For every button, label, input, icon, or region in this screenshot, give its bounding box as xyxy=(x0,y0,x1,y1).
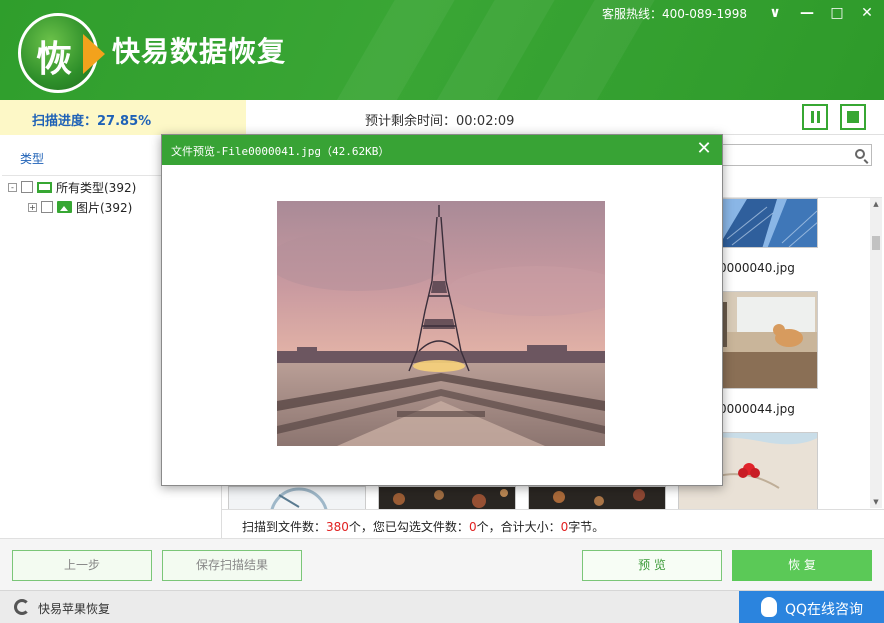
scroll-thumb[interactable] xyxy=(872,236,880,250)
computer-icon xyxy=(37,181,52,193)
grid-scrollbar[interactable]: ▲ ▼ xyxy=(870,198,882,508)
dialog-close-icon[interactable]: ✕ xyxy=(694,139,714,159)
close-button[interactable]: ✕ xyxy=(856,2,878,24)
eiffel-tower-image xyxy=(277,201,605,446)
skyscraper-image xyxy=(707,199,817,247)
file-preview-dialog: 文件预览-File0000041.jpg（42.62KB） ✕ xyxy=(161,134,723,486)
scanned-count: 380 xyxy=(326,520,349,534)
logo-arrow-icon xyxy=(83,34,105,74)
status-prefix: 扫描到文件数： xyxy=(242,520,327,534)
apple-recovery-icon[interactable] xyxy=(14,599,30,615)
footer-bar: 快易苹果恢复 QQ在线咨询 xyxy=(0,590,884,623)
app-logo: 恢 xyxy=(18,13,105,93)
app-title: 快易数据恢复 xyxy=(112,35,287,68)
header-decoration xyxy=(313,0,467,100)
minimize-button[interactable]: — xyxy=(796,2,818,24)
scroll-up-icon[interactable]: ▲ xyxy=(870,198,882,210)
type-header-label: 类型 xyxy=(20,152,45,166)
stop-button[interactable] xyxy=(840,104,866,130)
selected-count: 0 xyxy=(468,520,477,534)
expand-icon[interactable]: + xyxy=(28,202,37,212)
pause-button[interactable] xyxy=(802,104,828,130)
preview-button[interactable]: 预 览 xyxy=(582,550,722,581)
all-types-checkbox[interactable] xyxy=(21,181,33,193)
recover-button[interactable]: 恢 复 xyxy=(732,550,872,581)
menu-chevron-down-icon[interactable]: ∨ xyxy=(764,2,786,24)
file-name-label: 0000044.jpg xyxy=(719,402,795,416)
scroll-down-icon[interactable]: ▼ xyxy=(870,496,882,508)
pause-icon xyxy=(811,111,814,123)
hotline-text: 客服热线：400-089-1998 xyxy=(602,7,748,21)
logo-char: 恢 xyxy=(36,39,73,80)
preview-image xyxy=(277,201,605,446)
tree-item-label: 图片(392) xyxy=(76,200,133,215)
tree-item-all-types[interactable]: - 所有类型(392) xyxy=(8,178,136,196)
save-scan-results-button[interactable]: 保存扫描结果 xyxy=(162,550,302,581)
status-mid1: 个，您已勾选文件数： xyxy=(348,520,469,534)
clock-image xyxy=(229,487,365,509)
search-icon[interactable] xyxy=(855,149,865,159)
qq-consult-button[interactable]: QQ在线咨询 xyxy=(739,591,884,623)
file-name-label: 0000040.jpg xyxy=(719,261,795,275)
status-bar: 扫描到文件数：380个，您已勾选文件数：0个，合计大小：0字节。 xyxy=(222,509,884,538)
bokeh-image xyxy=(529,487,665,509)
maximize-button[interactable]: □ xyxy=(826,2,848,24)
scan-progress-row: 扫描进度：27.85% 预计剩余时间：00:02:09 xyxy=(0,100,884,135)
qq-penguin-icon xyxy=(761,597,777,617)
status-mid2: 个，合计大小： xyxy=(476,520,561,534)
status-suffix: 字节。 xyxy=(568,520,605,534)
dialog-title: 文件预览-File0000041.jpg（42.62KB） xyxy=(171,145,390,158)
qq-consult-label: QQ在线咨询 xyxy=(785,602,864,618)
app-header: 恢 快易数据恢复 客服热线：400-089-1998 ∨ — □ ✕ xyxy=(0,0,884,100)
bokeh-image xyxy=(379,487,515,509)
prev-step-button[interactable]: 上一步 xyxy=(12,550,152,581)
apple-recovery-link[interactable]: 快易苹果恢复 xyxy=(38,600,110,617)
room-cat-image xyxy=(707,292,817,388)
images-checkbox[interactable] xyxy=(41,201,53,213)
file-thumbnail[interactable] xyxy=(528,486,666,509)
dialog-title-bar[interactable]: 文件预览-File0000041.jpg（42.62KB） ✕ xyxy=(162,135,722,165)
file-thumbnail[interactable] xyxy=(378,486,516,509)
action-button-row: 上一步 保存扫描结果 预 览 恢 复 xyxy=(0,538,884,590)
collapse-icon[interactable]: - xyxy=(8,182,17,192)
status-text: 扫描到文件数：380个，您已勾选文件数：0个，合计大小：0字节。 xyxy=(242,518,604,535)
image-icon xyxy=(57,201,72,213)
remaining-time: 预计剩余时间：00:02:09 xyxy=(365,114,515,129)
file-thumbnail[interactable] xyxy=(228,486,366,509)
search-input[interactable] xyxy=(722,144,872,166)
tree-item-images[interactable]: + 图片(392) xyxy=(28,198,132,216)
pause-icon xyxy=(817,111,820,123)
stop-icon xyxy=(847,111,859,123)
scan-progress-label: 扫描进度：27.85% xyxy=(32,114,152,129)
tree-item-label: 所有类型(392) xyxy=(56,180,137,195)
